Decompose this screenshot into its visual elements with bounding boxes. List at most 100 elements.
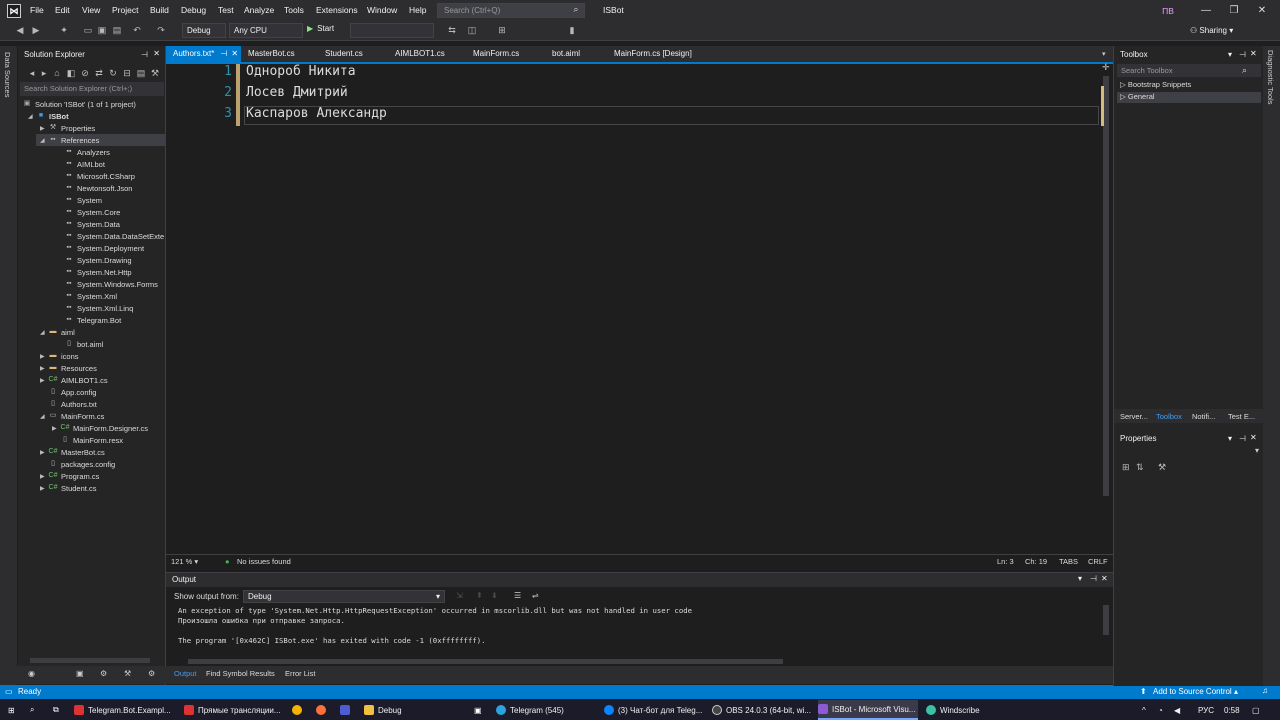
search-input[interactable]: Search (Ctrl+Q) (437, 3, 585, 18)
layout-icon[interactable]: ⊞ (496, 24, 508, 36)
next-message-icon[interactable]: ⇟ (491, 591, 498, 600)
chrome-icon[interactable] (292, 700, 306, 720)
find-message-icon[interactable]: ⇲ (456, 591, 463, 600)
tree-item-file[interactable]: ▯ packages.config (48, 458, 115, 470)
tree-item-reference[interactable]: ▪▪ Telegram.Bot (64, 314, 122, 326)
data-sources-tab[interactable]: Data Sources (3, 52, 12, 97)
taskbar-item[interactable]: OBS 24.0.3 (64-bit, wi... (712, 700, 812, 720)
debug-target-select[interactable] (350, 23, 434, 38)
tree-item-form-file[interactable]: ◢ ▭ MainForm.cs (40, 410, 104, 422)
pin-icon[interactable]: ⊣ (141, 50, 148, 59)
menu-debug[interactable]: Debug (181, 5, 206, 15)
tree-item-csharp-file[interactable]: ▶ C# MasterBot.cs (40, 446, 105, 458)
tree-item-reference[interactable]: ▪▪ System.Windows.Forms (64, 278, 158, 290)
live-share-button[interactable]: ⚇ Sharing ▾ (1190, 26, 1233, 35)
save-all-icon[interactable]: ▤ (111, 24, 123, 36)
taskbar-item[interactable]: Прямые трансляции... (184, 700, 284, 720)
tree-item-folder-icons[interactable]: ▶ ▬ icons (40, 350, 79, 362)
menu-tools[interactable]: Tools (284, 5, 304, 15)
code-line[interactable]: Однороб Никита (246, 64, 356, 79)
expanded-arrow-icon[interactable]: ◢ (40, 329, 48, 336)
menu-project[interactable]: Project (112, 5, 138, 15)
terminal-icon[interactable]: ▣ (474, 700, 488, 720)
platform-select[interactable]: Any CPU (229, 23, 303, 38)
tab-mainform-design[interactable]: MainForm.cs [Design] (607, 46, 699, 62)
start-menu-icon[interactable]: ⊞ (8, 700, 22, 720)
tab-bot-aiml[interactable]: bot.aiml (545, 46, 587, 62)
code-line[interactable]: Лосев Дмитрий (246, 85, 348, 100)
tab-notifications[interactable]: Notifi... (1192, 412, 1215, 421)
tree-item-file[interactable]: ▯ bot.aiml (64, 338, 103, 350)
pending-changes-icon[interactable]: ⊘ (78, 68, 92, 79)
tab-error-list[interactable]: Error List (285, 669, 315, 678)
clear-all-icon[interactable]: ☰ (514, 591, 521, 600)
tab-mainform-cs[interactable]: MainForm.cs (466, 46, 526, 62)
notifications-bell-icon[interactable]: ♫ (1262, 686, 1268, 695)
close-icon[interactable]: ✕ (153, 49, 160, 58)
close-icon[interactable]: ✕ (231, 49, 238, 58)
browser-link-icon[interactable]: ⇆ (446, 24, 458, 36)
github-icon[interactable]: ◉ (28, 669, 35, 678)
pin-icon[interactable]: ⊣ (1090, 574, 1097, 583)
tree-item-folder-aiml[interactable]: ◢ ▬ aiml (40, 326, 75, 338)
tree-item-file[interactable]: ▯ MainForm.resx (60, 434, 123, 446)
search-icon[interactable]: ⌕ (30, 700, 44, 720)
close-icon[interactable]: ✕ (1101, 574, 1108, 583)
collapsed-arrow-icon[interactable]: ▶ (40, 365, 48, 372)
tree-item-reference[interactable]: ▪▪ System.Data (64, 218, 120, 230)
clock[interactable]: 0:58 (1224, 700, 1244, 720)
screenshot-icon[interactable]: ◫ (466, 24, 478, 36)
horizontal-scrollbar[interactable] (30, 658, 150, 663)
menu-edit[interactable]: Edit (55, 5, 70, 15)
dropdown-icon[interactable]: ▾ (1078, 574, 1082, 583)
output-horizontal-scroll-thumb[interactable] (188, 659, 783, 664)
tree-item-reference[interactable]: ▪▪ System.Net.Http (64, 266, 132, 278)
property-pages-icon[interactable]: ⚒ (1158, 462, 1166, 473)
menu-help[interactable]: Help (409, 5, 426, 15)
pin-icon[interactable]: ⊣ (220, 49, 227, 58)
volume-icon[interactable]: ◀ (1174, 700, 1186, 720)
taskbar-item[interactable]: (3) Чат-бот для Teleg... (604, 700, 708, 720)
tab-server-explorer[interactable]: Server... (1120, 412, 1148, 421)
dropdown-icon[interactable]: ▾ (1228, 434, 1232, 443)
toolbox-group-general[interactable]: ▷ General (1120, 92, 1155, 101)
network-icon[interactable]: ◔ (1158, 700, 1170, 720)
menu-test[interactable]: Test (218, 5, 234, 15)
sync-icon[interactable]: ⇄ (92, 68, 106, 79)
collapsed-arrow-icon[interactable]: ▶ (40, 449, 48, 456)
add-to-source-control-button[interactable]: Add to Source Control ▴ (1153, 687, 1238, 696)
pin-icon[interactable]: ⊣ (1239, 434, 1246, 443)
tree-item-solution[interactable]: ▣ Solution 'ISBot' (1 of 1 project) (22, 98, 136, 110)
output-vertical-scroll-thumb[interactable] (1103, 605, 1109, 635)
tray-expand-icon[interactable]: ^ (1142, 700, 1154, 720)
maximize-icon[interactable]: ❐ (1224, 3, 1244, 17)
editor-scroll-thumb[interactable] (1103, 76, 1109, 496)
output-source-select[interactable]: Debug ▾ (243, 590, 445, 603)
notifications-tool-icon[interactable]: ⚙ (148, 669, 155, 678)
collapsed-arrow-icon[interactable]: ▶ (52, 425, 60, 432)
home-icon[interactable]: ⌂ (50, 68, 64, 78)
indent-indicator[interactable]: TABS (1059, 557, 1078, 566)
expanded-arrow-icon[interactable]: ◢ (28, 113, 36, 120)
dropdown-icon[interactable]: ▾ (1228, 50, 1232, 59)
split-editor-icon[interactable]: ✛ (1102, 62, 1110, 73)
team-explorer-icon[interactable]: ▣ (76, 669, 84, 678)
taskbar-item[interactable]: Telegram (545) (496, 700, 596, 720)
back-icon[interactable]: ◀ (14, 24, 26, 36)
close-window-icon[interactable]: ✕ (1252, 3, 1272, 17)
collapsed-arrow-icon[interactable]: ▶ (40, 353, 48, 360)
taskbar-item[interactable]: Debug (364, 700, 464, 720)
properties-tool-icon[interactable]: ⚒ (124, 669, 131, 678)
bookmark-icon[interactable]: ▮ (566, 24, 578, 36)
language-indicator[interactable]: РУС (1198, 700, 1222, 720)
collapse-all-icon[interactable]: ⊟ (120, 68, 134, 79)
start-button[interactable]: ▶ Start (307, 24, 334, 33)
expanded-arrow-icon[interactable]: ◢ (40, 137, 48, 144)
tree-item-analyzers[interactable]: ▪▪ Analyzers (64, 146, 110, 158)
calculator-icon[interactable] (340, 700, 354, 720)
tab-test-explorer[interactable]: Test E... (1228, 412, 1255, 421)
menu-extensions[interactable]: Extensions (316, 5, 358, 15)
tab-aimlbot1-cs[interactable]: AIMLBOT1.cs (388, 46, 452, 62)
tree-item-properties[interactable]: ▶ ⚒ Properties (40, 122, 95, 134)
tree-item-csharp-file[interactable]: ▶ C# Program.cs (40, 470, 99, 482)
